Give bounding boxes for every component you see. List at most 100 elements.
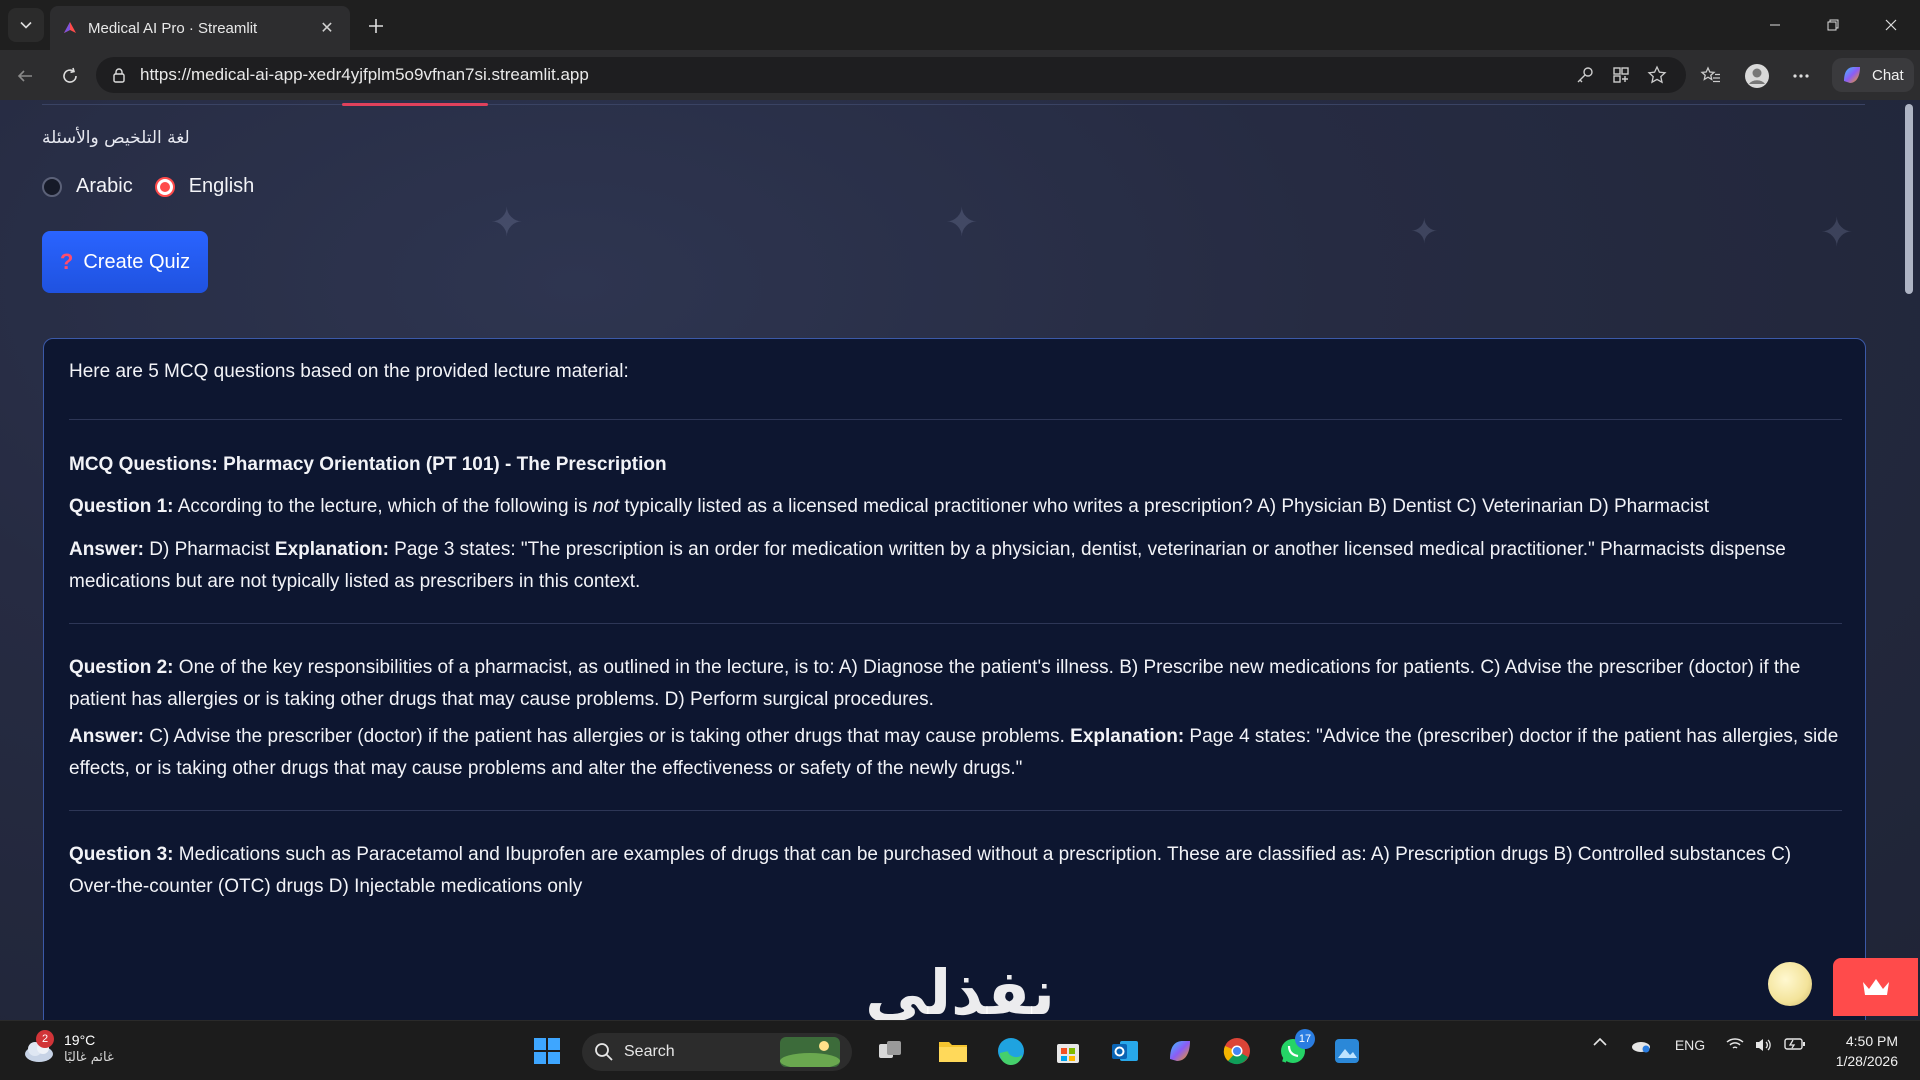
battery-icon [1784, 1038, 1805, 1050]
tab-list-button[interactable] [8, 8, 44, 42]
page-scrollbar[interactable] [1902, 100, 1916, 1020]
plus-icon [369, 19, 383, 33]
question-text: One of the key responsibilities of a pha… [69, 657, 1801, 710]
battery-tray[interactable] [1782, 1037, 1808, 1051]
wifi-icon [1726, 1038, 1744, 1049]
favorites-button[interactable] [1696, 61, 1726, 91]
reload-button[interactable] [55, 61, 85, 91]
start-button[interactable] [527, 1031, 567, 1071]
weather-temp: 19°C [64, 1032, 96, 1048]
sparkle-decoration: ✦ [1820, 211, 1854, 255]
profile-button[interactable] [1742, 61, 1772, 91]
minimize-icon [1770, 24, 1780, 26]
app-available-icon[interactable] [1606, 60, 1636, 90]
question-label: Question 3: [69, 844, 174, 865]
answer-text: D) Pharmacist [143, 539, 275, 560]
new-tab-button[interactable] [362, 12, 390, 40]
search-icon [595, 1043, 613, 1061]
scrollbar-thumb[interactable] [1905, 104, 1913, 294]
question-text: According to the lecture, which of the f… [173, 496, 593, 517]
back-button[interactable] [10, 61, 40, 91]
more-options-button[interactable] [1786, 61, 1816, 91]
close-window-button[interactable] [1868, 8, 1914, 42]
windows-taskbar: 2 19°C غائم غالبًا Search 17 ENG 4:50 PM… [0, 1020, 1920, 1080]
copilot-chat-button[interactable]: Chat [1832, 58, 1914, 92]
weather-text: 19°C غائم غالبًا [64, 1031, 114, 1067]
photos-icon [1335, 1039, 1359, 1063]
taskbar-copilot[interactable] [1160, 1031, 1200, 1071]
question-label: Question 1: [69, 496, 174, 517]
question-1: Question 1: According to the lecture, wh… [69, 491, 1842, 523]
close-icon [1885, 19, 1897, 31]
explanation-label: Explanation: [274, 539, 389, 560]
lock-icon[interactable] [110, 66, 128, 84]
input-language[interactable]: ENG [1668, 1037, 1712, 1053]
minimize-button[interactable] [1752, 8, 1798, 42]
weather-widget[interactable]: 2 19°C غائم غالبًا [22, 1030, 114, 1067]
radio-label: Arabic [76, 175, 133, 197]
create-quiz-label: Create Quiz [83, 250, 191, 273]
radio-label: English [188, 175, 255, 197]
question-mark-icon: ? [59, 249, 74, 274]
taskbar-task-view[interactable] [870, 1031, 910, 1071]
sparkle-decoration: ✦ [945, 201, 979, 245]
answer-1: Answer: D) Pharmacist Explanation: Page … [69, 534, 1842, 598]
edge-browser-icon [998, 1038, 1024, 1066]
browser-toolbar: https://medical-ai-app-xedr4yjfplm5o9vfn… [0, 50, 1920, 100]
reload-icon [63, 67, 77, 83]
clock-time: 4:50 PM [1845, 1033, 1898, 1049]
language-radio-group: Arabic English [42, 175, 276, 198]
copilot-icon [1844, 67, 1860, 83]
browser-tab-bar: Medical AI Pro · Streamlit ✕ [0, 0, 1920, 50]
address-bar[interactable]: https://medical-ai-app-xedr4yjfplm5o9vfn… [96, 57, 1686, 93]
onedrive-tray[interactable] [1628, 1037, 1654, 1053]
result-intro: Here are 5 MCQ questions based on the pr… [69, 361, 629, 382]
quiz-heading: MCQ Questions: Pharmacy Orientation (PT … [69, 454, 667, 475]
chrome-icon [1223, 1038, 1250, 1065]
radio-circle-checked[interactable] [154, 176, 175, 197]
taskbar-clock[interactable]: 4:50 PM 1/28/2026 [1820, 1031, 1898, 1071]
chevron-up-icon [1593, 1037, 1607, 1046]
question-2: Question 2: One of the key responsibilit… [69, 652, 1842, 716]
floating-avatar[interactable] [1768, 962, 1812, 1006]
restore-button[interactable] [1810, 8, 1856, 42]
streamlit-favicon-icon [64, 22, 76, 33]
outlook-icon [1112, 1041, 1138, 1061]
taskbar-photos[interactable] [1327, 1031, 1367, 1071]
taskbar-whatsapp[interactable]: 17 [1273, 1029, 1315, 1071]
chevron-down-icon [20, 21, 32, 29]
profile-avatar-icon [1745, 64, 1769, 88]
taskbar-file-explorer[interactable] [933, 1031, 973, 1071]
browser-tab-active[interactable]: Medical AI Pro · Streamlit ✕ [50, 6, 350, 50]
taskbar-store[interactable] [1048, 1031, 1088, 1071]
url-text[interactable]: https://medical-ai-app-xedr4yjfplm5o9vfn… [140, 65, 1564, 85]
speaker-icon [1756, 1039, 1771, 1051]
answer-text: C) Advise the prescriber (doctor) if the… [143, 726, 1071, 747]
show-hidden-icons[interactable] [1588, 1037, 1612, 1047]
copilot-icon [1170, 1041, 1190, 1061]
restore-icon [1827, 19, 1839, 31]
favorites-list-icon [1700, 66, 1720, 83]
create-quiz-button[interactable]: ? Create Quiz [42, 231, 208, 293]
task-view-icon [879, 1041, 901, 1058]
radio-arabic[interactable]: Arabic [42, 175, 133, 198]
taskbar-edge[interactable] [991, 1031, 1031, 1071]
question-label: Question 2: [69, 657, 174, 678]
arrow-left-icon [17, 70, 32, 82]
question-text: Medications such as Paracetamol and Ibup… [69, 844, 1792, 897]
volume-tray[interactable] [1752, 1037, 1774, 1053]
sparkle-decoration: ✦ [490, 201, 524, 245]
taskbar-search[interactable]: Search [582, 1033, 852, 1071]
store-icon [1057, 1044, 1079, 1063]
radio-english[interactable]: English [154, 175, 255, 198]
taskbar-outlook[interactable] [1105, 1031, 1145, 1071]
radio-circle-unchecked[interactable] [42, 176, 62, 197]
taskbar-chrome[interactable] [1217, 1031, 1257, 1071]
search-label: Search [624, 1043, 675, 1060]
wifi-tray[interactable] [1724, 1037, 1746, 1051]
favorite-star-icon[interactable] [1642, 60, 1672, 90]
close-tab-icon[interactable]: ✕ [316, 17, 338, 39]
divider [69, 810, 1842, 811]
password-key-icon[interactable] [1570, 60, 1600, 90]
question-3: Question 3: Medications such as Paraceta… [69, 839, 1842, 903]
